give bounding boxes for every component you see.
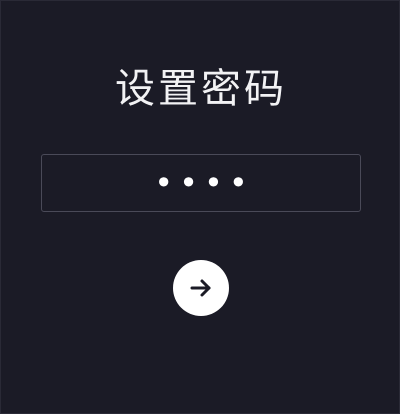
arrow-right-icon — [188, 275, 214, 301]
set-password-screen: 设置密码 •••• — [0, 0, 400, 414]
submit-button[interactable] — [173, 260, 229, 316]
page-title: 设置密码 — [115, 66, 287, 112]
password-field[interactable]: •••• — [41, 154, 361, 212]
password-masked-value: •••• — [154, 164, 254, 202]
